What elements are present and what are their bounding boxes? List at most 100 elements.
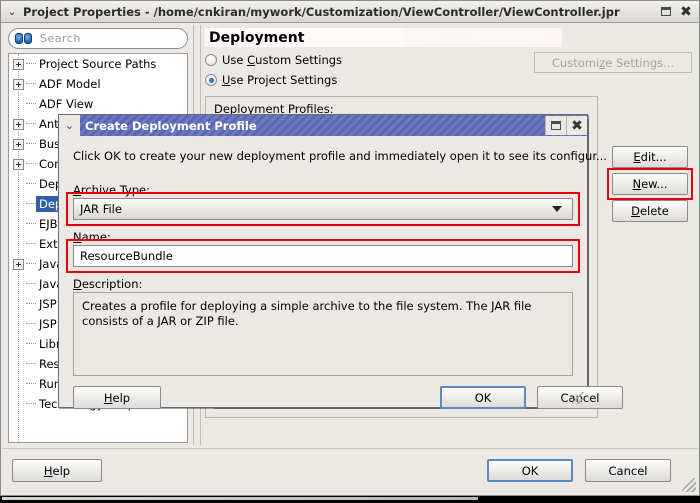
window-menu-icon[interactable]: ⌄ <box>1 6 23 17</box>
search-input[interactable]: Search <box>8 28 188 49</box>
search-placeholder: Search <box>40 32 81 45</box>
tree-dash <box>26 183 36 185</box>
tree-dash <box>26 303 36 305</box>
expand-plus-icon[interactable] <box>13 78 24 90</box>
project-properties-window: ⌄ Project Properties - /home/cnkiran/myw… <box>0 0 700 496</box>
description-box: Creates a profile for deploying a simple… <box>73 292 573 376</box>
ok-button[interactable]: OK <box>487 459 573 482</box>
cancel-label: Cancel <box>608 463 648 478</box>
binoculars-icon <box>15 33 32 44</box>
customize-settings-button: Customize Settings... <box>534 52 692 73</box>
dialog-close-button[interactable]: ✖ <box>566 116 587 135</box>
expand-plus-icon[interactable] <box>13 138 24 150</box>
dialog-title: Create Deployment Profile <box>85 118 257 133</box>
new-button-highlight-annotation <box>607 168 693 200</box>
dialog-intro-text: Click OK to create your new deployment p… <box>73 149 607 163</box>
restore-icon <box>661 7 671 16</box>
edit-profile-label: Edit... <box>633 150 667 164</box>
page-title: Deployment <box>205 28 403 47</box>
dialog-help-button[interactable]: Help <box>73 386 161 409</box>
edit-profile-button[interactable]: Edit... <box>612 146 688 168</box>
tree-dash <box>26 243 36 245</box>
description-text: Creates a profile for deploying a simple… <box>82 299 532 328</box>
description-label: Description: <box>73 277 143 291</box>
sidebar-item-adf-model[interactable]: ADF Model <box>9 74 187 94</box>
dialog-menu-icon[interactable]: ⌄ <box>59 115 80 136</box>
sidebar-item-label: Project Source Paths <box>39 57 157 71</box>
tree-dash <box>26 203 36 205</box>
expand-plus-icon[interactable] <box>13 258 24 270</box>
sidebar-item-label: ADF Model <box>39 77 101 91</box>
tree-dash <box>26 63 36 65</box>
expand-plus-icon[interactable] <box>13 158 24 170</box>
radio-icon-unselected <box>205 54 217 66</box>
profile-name-highlight-annotation <box>66 239 580 273</box>
sidebar-item-label: ADF View <box>39 97 94 111</box>
help-label: Help <box>43 463 71 478</box>
tree-dash <box>26 343 36 345</box>
help-button[interactable]: Help <box>12 459 102 482</box>
cancel-button[interactable]: Cancel <box>585 459 671 482</box>
dialog-ok-label: OK <box>474 390 492 405</box>
expand-plus-icon[interactable] <box>13 58 24 70</box>
delete-profile-label: Delete <box>631 204 669 218</box>
customize-settings-label: Customize Settings... <box>551 55 675 70</box>
tree-dash <box>26 263 36 265</box>
dialog-restore-icon <box>551 121 561 130</box>
desktop-strip-bar <box>2 497 478 500</box>
sidebar-item-adf-view[interactable]: ADF View <box>9 94 187 114</box>
tree-dash <box>26 103 36 105</box>
dialog-close-icon: ✖ <box>571 117 583 134</box>
sidebar-item-label: Ant <box>39 117 59 131</box>
window-titlebar: ⌄ Project Properties - /home/cnkiran/myw… <box>1 1 699 23</box>
window-title: Project Properties - /home/cnkiran/mywor… <box>23 4 620 19</box>
archive-type-highlight-annotation <box>66 192 580 226</box>
page-title-band <box>401 28 562 47</box>
tree-dash <box>26 363 36 365</box>
delete-profile-button[interactable]: Delete <box>612 200 688 222</box>
dialog-body: Click OK to create your new deployment p… <box>59 136 623 409</box>
desktop-strip <box>0 496 700 503</box>
radio-label-custom: Use Custom Settings <box>222 53 343 67</box>
tree-dash <box>26 223 36 225</box>
restore-button[interactable] <box>656 3 676 21</box>
tree-dash <box>26 383 36 385</box>
tree-dash <box>26 163 36 165</box>
expand-plus-icon[interactable] <box>13 118 24 130</box>
dialog-titlebar: ⌄ Create Deployment Profile ✖ <box>59 115 587 136</box>
radio-use-custom-settings[interactable]: Use Custom Settings <box>205 53 342 67</box>
tree-dash <box>26 403 36 405</box>
radio-icon-selected <box>205 74 217 86</box>
dialog-ok-button[interactable]: OK <box>440 386 526 409</box>
tree-dash <box>26 143 36 145</box>
tree-dash <box>26 83 36 85</box>
radio-use-project-settings[interactable]: Use Project Settings <box>205 73 337 87</box>
window-controls: ✖ <box>656 3 696 21</box>
create-deployment-profile-dialog: ⌄ Create Deployment Profile ✖ Click OK t… <box>58 114 623 409</box>
tree-dash <box>26 123 36 125</box>
close-button[interactable]: ✖ <box>676 3 696 21</box>
radio-label-project: Use Project Settings <box>222 73 338 87</box>
ok-label: OK <box>521 463 539 478</box>
tree-dash <box>26 283 36 285</box>
tree-dash <box>26 323 36 325</box>
sidebar-item-project-source-paths[interactable]: Project Source Paths <box>9 54 187 74</box>
close-icon: ✖ <box>680 3 692 20</box>
dialog-restore-button[interactable] <box>545 116 566 135</box>
dialog-help-label: Help <box>103 390 131 405</box>
dialog-resize-grip[interactable] <box>572 392 584 404</box>
window-footer: Help OK Cancel <box>2 448 698 494</box>
resize-grip[interactable] <box>682 478 696 492</box>
